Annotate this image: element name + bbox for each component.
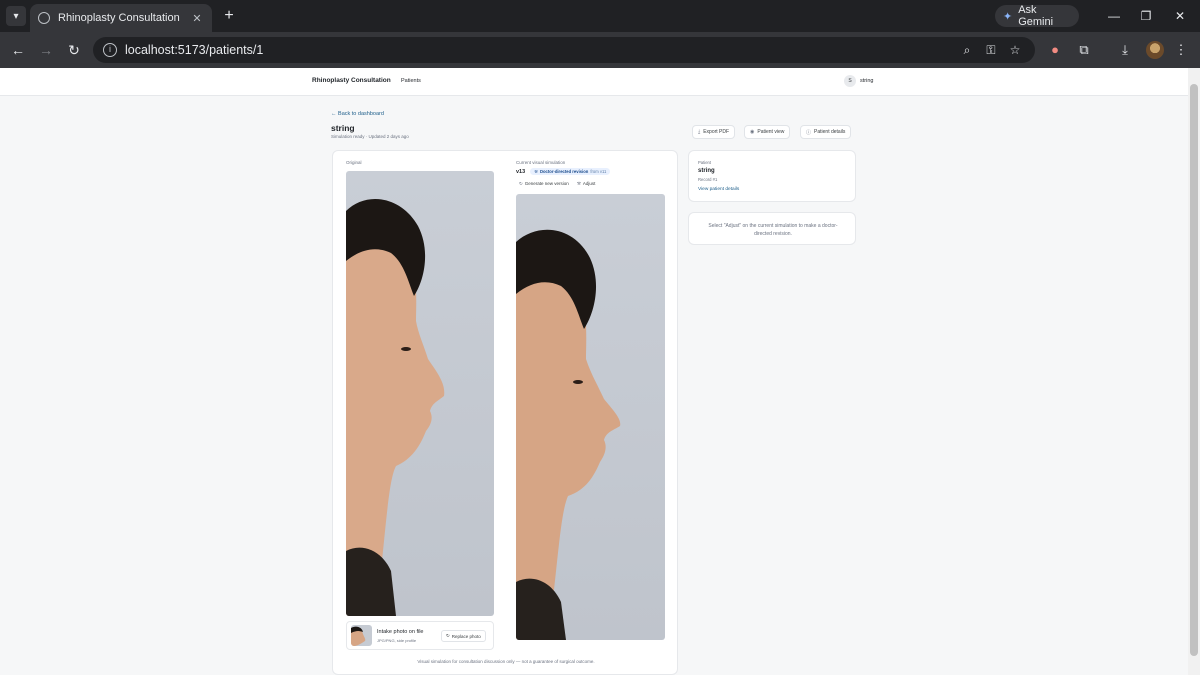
more-menu-icon[interactable]: ⋮ xyxy=(1172,41,1190,59)
patient-label: Patient xyxy=(698,160,712,165)
profile-avatar[interactable] xyxy=(1146,41,1164,59)
simulation-actions: ↻ Generate new version ⚒ Adjust xyxy=(519,181,595,187)
original-label: Original xyxy=(346,160,362,165)
simulation-profile-illustration xyxy=(516,229,621,640)
scrollbar-thumb[interactable] xyxy=(1190,84,1198,656)
patient-view-button[interactable]: ◉ Patient view xyxy=(744,125,791,139)
downloads-icon[interactable]: ⤓ xyxy=(1116,41,1134,59)
new-tab-icon[interactable]: + xyxy=(220,6,238,26)
app-header: Rhinoplasty Consultation Patients S stri… xyxy=(0,68,1188,96)
browser-tab[interactable]: Rhinoplasty Consultation ✕ xyxy=(30,4,212,32)
eye-icon: ◉ xyxy=(750,129,755,135)
back-arrow-icon[interactable]: ← xyxy=(8,40,28,60)
site-info-icon[interactable]: i xyxy=(103,43,117,57)
patient-details-label: Patient details xyxy=(814,129,846,135)
extension-red-icon[interactable]: ● xyxy=(1046,41,1064,59)
simulation-label: Current visual simulation xyxy=(516,160,566,165)
close-tab-icon[interactable]: ✕ xyxy=(190,12,204,25)
patient-view-label: Patient view xyxy=(757,129,785,135)
download-icon: ⤓ xyxy=(698,129,701,135)
page-scrollbar[interactable] xyxy=(1188,68,1200,675)
original-photo xyxy=(346,171,494,616)
intake-photo-card: Intake photo on file JPG/PNG, side profi… xyxy=(346,621,494,650)
refresh-icon: ↻ xyxy=(519,181,523,186)
version-label[interactable]: v13 xyxy=(516,169,525,175)
adjust-hint-text: Select "Adjust" on the current simulatio… xyxy=(708,223,838,237)
export-pdf-label: Export PDF xyxy=(703,129,730,135)
view-patient-details-link[interactable]: View patient details xyxy=(698,187,739,192)
generate-label: Generate new version xyxy=(524,181,569,186)
page-viewport: Rhinoplasty Consultation Patients S stri… xyxy=(0,68,1188,675)
wrench-icon: ⚒ xyxy=(576,181,581,186)
user-avatar: S xyxy=(844,75,856,87)
refresh-icon: ↻ xyxy=(446,633,450,638)
info-icon: ⓘ xyxy=(806,129,812,136)
generate-new-version-button[interactable]: ↻ Generate new version xyxy=(519,181,569,187)
gemini-sparkle-icon: ✦ xyxy=(1003,10,1013,23)
original-profile-illustration xyxy=(346,199,445,616)
zoom-icon[interactable]: ⌕ xyxy=(959,42,975,58)
patient-name: string xyxy=(698,168,715,174)
version-row: v13 ⚒ Doctor-directed revision from v11 xyxy=(516,168,611,175)
intake-thumbnail-illustration xyxy=(351,626,366,646)
page-subtitle: Simulation ready · Updated 2 days ago xyxy=(331,134,409,139)
user-name: string xyxy=(860,78,874,84)
browser-tabstrip: ▾ Rhinoplasty Consultation ✕ + ✦ Ask Gem… xyxy=(0,0,1200,32)
patient-record: Record #1 xyxy=(698,177,718,182)
minimize-icon[interactable]: — xyxy=(1104,6,1124,26)
adjust-label: Adjust xyxy=(582,181,596,186)
bookmark-star-icon[interactable]: ☆ xyxy=(1007,42,1023,58)
app-brand[interactable]: Rhinoplasty Consultation xyxy=(312,77,391,84)
restore-icon[interactable]: ❐ xyxy=(1136,6,1156,26)
comparison-card: Original Current visual simulation v13 ⚒… xyxy=(332,150,678,675)
disclaimer-text: Visual simulation for consultation discu… xyxy=(417,659,595,664)
adjust-button[interactable]: ⚒ Adjust xyxy=(577,181,596,187)
adjust-hint-card: Select "Adjust" on the current simulatio… xyxy=(688,212,856,245)
extensions-puzzle-icon[interactable]: ⧉ xyxy=(1075,41,1093,59)
revision-badge-from: from v11 xyxy=(590,169,607,174)
wrench-icon: ⚒ xyxy=(534,169,538,174)
ask-gemini-button[interactable]: ✦ Ask Gemini xyxy=(995,4,1079,28)
page-title: string xyxy=(331,123,355,133)
export-pdf-button[interactable]: ⤓ Export PDF xyxy=(692,125,736,139)
reload-icon[interactable]: ↻ xyxy=(64,40,84,60)
patient-summary-card: Patient string Record #1 View patient de… xyxy=(688,150,856,202)
ask-gemini-label: Ask Gemini xyxy=(1018,4,1054,28)
tab-title: Rhinoplasty Consultation xyxy=(58,12,180,24)
address-url[interactable]: localhost:5173/patients/1 xyxy=(125,43,263,57)
intake-subtitle: JPG/PNG, side profile xyxy=(377,638,417,643)
simulation-photo xyxy=(516,194,665,640)
back-to-dashboard-link[interactable]: ← Back to dashboard xyxy=(331,111,384,117)
revision-badge-text: Doctor-directed revision xyxy=(539,169,589,174)
browser-toolbar: ← → ↻ i localhost:5173/patients/1 ⌕ ⚿ ☆ … xyxy=(0,32,1200,68)
intake-title: Intake photo on file xyxy=(377,629,424,635)
revision-badge: ⚒ Doctor-directed revision from v11 xyxy=(530,168,611,175)
forward-arrow-icon[interactable]: → xyxy=(36,40,56,60)
tab-search-icon[interactable]: ▾ xyxy=(6,6,26,26)
user-menu[interactable]: S string xyxy=(844,75,873,87)
nav-patients-link[interactable]: Patients xyxy=(401,78,421,84)
replace-photo-button[interactable]: ↻ Replace photo xyxy=(441,630,486,642)
replace-photo-label: Replace photo xyxy=(451,633,481,639)
password-key-icon[interactable]: ⚿ xyxy=(983,42,999,58)
close-window-icon[interactable]: ✕ xyxy=(1170,6,1190,26)
patient-details-button[interactable]: ⓘ Patient details xyxy=(800,125,852,139)
address-bar[interactable]: i localhost:5173/patients/1 ⌕ ⚿ ☆ xyxy=(93,37,1035,63)
intake-thumbnail xyxy=(351,625,372,646)
globe-icon xyxy=(38,12,50,24)
